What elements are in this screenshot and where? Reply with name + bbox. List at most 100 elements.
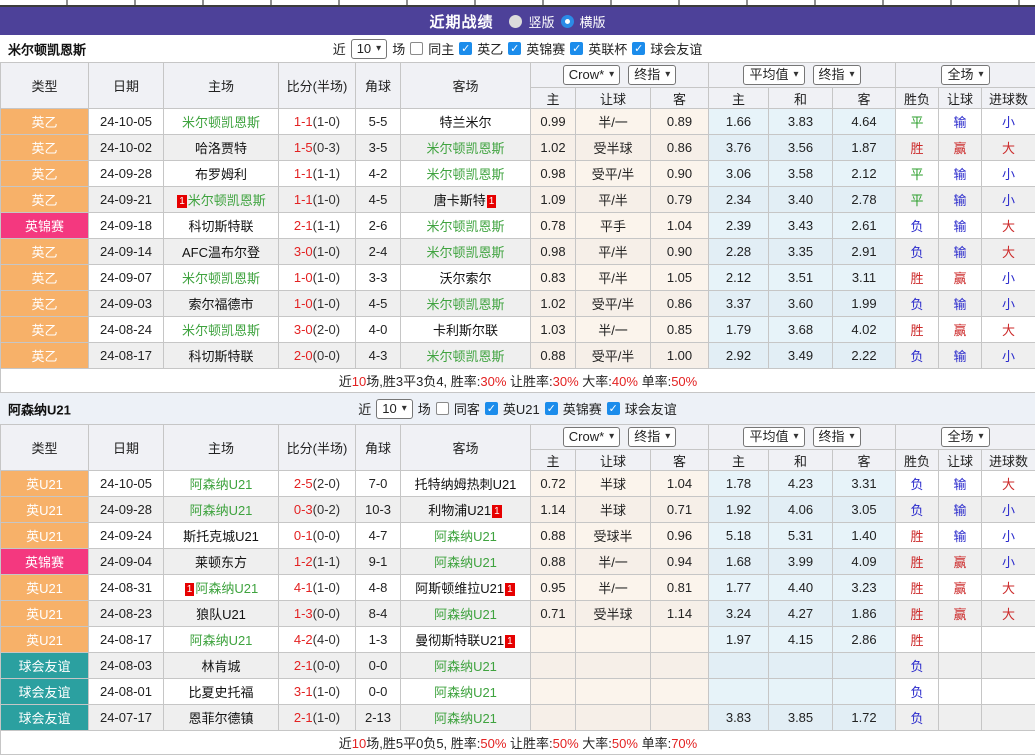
result-wdl-value: 胜 xyxy=(910,633,923,648)
sub-column-header-让球: 让球 xyxy=(939,450,982,471)
result-goals: 小 xyxy=(982,523,1035,549)
sub-column-header-主: 主 xyxy=(531,450,576,471)
sub-column-header-客: 客 xyxy=(833,88,896,109)
home-team-name: 科切斯特联 xyxy=(188,219,253,234)
score-cell: 3-0(1-0) xyxy=(279,239,356,265)
result-handicap: 赢 xyxy=(939,265,982,291)
away-team: 阿森纳U21 xyxy=(434,555,497,570)
league-checkbox-英U21[interactable]: ✓ xyxy=(485,402,498,415)
home-team-name: 狼队U21 xyxy=(196,607,246,622)
crow-home-odds: 0.88 xyxy=(531,549,576,575)
score-cell: 2-1(1-0) xyxy=(279,705,356,731)
away-team: 卡利斯尔联 xyxy=(433,323,498,338)
home-team-name: 米尔顿凯恩斯 xyxy=(182,323,260,338)
away-team-name: 阿斯顿维拉U21 xyxy=(415,581,504,596)
summary-segment: 近 xyxy=(339,374,352,389)
match-row: 球会友谊24-08-03林肯城2-1(0-0)0-0阿森纳U21负 xyxy=(1,653,1035,679)
corners-cell: 2-6 xyxy=(356,213,401,239)
league-checkbox-球会友谊[interactable]: ✓ xyxy=(632,42,645,55)
page-title: 近期战绩 xyxy=(429,11,493,32)
half-time-score: (0-2) xyxy=(313,502,340,517)
result-wdl-value: 负 xyxy=(910,685,923,700)
chevron-down-icon: ▾ xyxy=(978,67,983,83)
match-row: 英U2124-08-23狼队U211-3(0-0)8-4阿森纳U210.71受半… xyxy=(1,601,1035,627)
league-badge: 英锦赛 xyxy=(1,549,89,575)
home-team-name: 索尔福德市 xyxy=(188,297,253,312)
crow-away-odds: 0.85 xyxy=(651,317,709,343)
away-cell: 米尔顿凯恩斯 xyxy=(401,239,531,265)
summary-segment: 50% xyxy=(480,736,506,751)
average-select[interactable]: 平均值▾ xyxy=(743,427,804,447)
bookmaker-select[interactable]: Crow*▾ xyxy=(563,427,620,447)
match-date: 24-07-17 xyxy=(89,705,164,731)
avg-away-odds: 2.78 xyxy=(833,187,896,213)
summary-segment: 场,胜3平3负4, 胜率: xyxy=(366,374,480,389)
same-venue-checkbox[interactable] xyxy=(410,42,423,55)
away-team-name: 阿森纳U21 xyxy=(434,711,497,726)
full-match-select[interactable]: 全场▾ xyxy=(941,427,989,447)
avg-home-odds: 1.68 xyxy=(709,549,769,575)
average-select[interactable]: 平均值▾ xyxy=(743,65,804,85)
crow-home-odds: 1.09 xyxy=(531,187,576,213)
home-team-name: 恩菲尔德镇 xyxy=(188,711,253,726)
crow-odds-stage-select[interactable]: 终指▾ xyxy=(628,65,676,85)
full-match-select[interactable]: 全场▾ xyxy=(941,65,989,85)
league-badge: 英乙 xyxy=(1,109,89,135)
result-handicap: 输 xyxy=(939,213,982,239)
bookmaker-select[interactable]: Crow*▾ xyxy=(563,65,620,85)
corners-cell: 4-7 xyxy=(356,523,401,549)
league-checkbox-英乙[interactable]: ✓ xyxy=(459,42,472,55)
column-header-主场: 主场 xyxy=(164,63,279,109)
column-header-客场: 客场 xyxy=(401,63,531,109)
away-team-name: 特兰米尔 xyxy=(439,115,491,130)
result-handicap: 输 xyxy=(939,109,982,135)
red-card-icon: 1 xyxy=(505,583,515,596)
radio-horizontal-layout[interactable] xyxy=(561,15,574,28)
crow-away-odds: 0.71 xyxy=(651,497,709,523)
match-row: 英锦赛24-09-18科切斯特联2-1(1-1)2-6米尔顿凯恩斯0.78平手1… xyxy=(1,213,1035,239)
avg-odds-stage-select[interactable]: 终指▾ xyxy=(813,427,861,447)
avg-draw-odds: 3.85 xyxy=(769,705,833,731)
avg-odds-stage-select[interactable]: 终指▾ xyxy=(813,65,861,85)
match-count-select-value: 10 xyxy=(357,41,371,57)
home-cell: AFC温布尔登 xyxy=(164,239,279,265)
league-checkbox-英锦赛[interactable]: ✓ xyxy=(508,42,521,55)
half-time-score: (1-0) xyxy=(313,296,340,311)
crow-away-odds: 0.90 xyxy=(651,161,709,187)
league-checkbox-英联杯[interactable]: ✓ xyxy=(570,42,583,55)
result-goals-value: 大 xyxy=(1002,607,1015,622)
crow-away-odds: 1.14 xyxy=(651,601,709,627)
crow-odds-stage-select-value: 终指 xyxy=(634,67,660,83)
avg-home-odds: 1.77 xyxy=(709,575,769,601)
avg-draw-odds: 3.56 xyxy=(769,135,833,161)
score-cell: 0-3(0-2) xyxy=(279,497,356,523)
crow-handicap: 受平/半 xyxy=(576,161,651,187)
crow-handicap: 半/一 xyxy=(576,575,651,601)
sub-column-header-主: 主 xyxy=(709,88,769,109)
result-wdl: 负 xyxy=(896,291,939,317)
home-team: 林肯城 xyxy=(201,659,240,674)
column-header-日期: 日期 xyxy=(89,63,164,109)
corners-cell: 4-8 xyxy=(356,575,401,601)
result-wdl-value: 胜 xyxy=(910,323,923,338)
result-wdl-value: 胜 xyxy=(910,529,923,544)
avg-odds-stage-select-value: 终指 xyxy=(819,67,845,83)
result-wdl: 胜 xyxy=(896,575,939,601)
match-count-select[interactable]: 10▾ xyxy=(351,39,388,59)
result-handicap: 赢 xyxy=(939,549,982,575)
away-cell: 沃尔索尔 xyxy=(401,265,531,291)
crow-handicap: 平手 xyxy=(576,213,651,239)
radio-vertical-layout[interactable] xyxy=(509,15,522,28)
same-venue-checkbox[interactable] xyxy=(436,402,449,415)
result-goals-value: 小 xyxy=(1002,349,1015,364)
result-goals: 小 xyxy=(982,187,1035,213)
summary-segment: 50% xyxy=(671,374,697,389)
result-handicap-value: 输 xyxy=(953,349,966,364)
chevron-down-icon: ▾ xyxy=(665,429,670,445)
league-checkbox-英锦赛[interactable]: ✓ xyxy=(545,402,558,415)
home-team: 米尔顿凯恩斯 xyxy=(182,271,260,286)
league-checkbox-球会友谊[interactable]: ✓ xyxy=(607,402,620,415)
result-goals-value: 小 xyxy=(1002,193,1015,208)
crow-odds-stage-select[interactable]: 终指▾ xyxy=(628,427,676,447)
match-count-select[interactable]: 10▾ xyxy=(376,399,413,419)
